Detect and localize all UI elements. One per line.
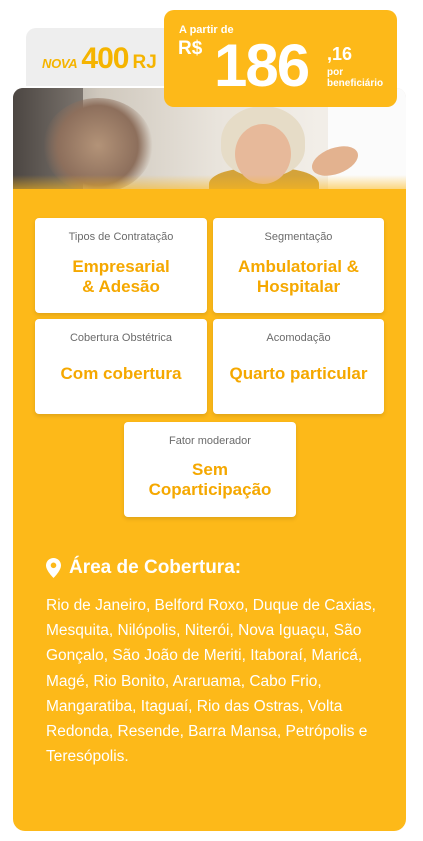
feature-value-line1: Empresarial: [72, 257, 170, 276]
feature-card-contract-type: Tipos de Contratação Empresarial & Adesã…: [35, 218, 207, 313]
plan-number: 400: [81, 42, 129, 75]
price-currency: R$: [178, 38, 203, 59]
feature-card-accommodation: Acomodação Quarto particular: [213, 319, 384, 414]
feature-card-moderator: Fator moderador Sem Coparticipação: [124, 422, 296, 517]
feature-label: Fator moderador: [169, 435, 251, 447]
coverage-title-row: Área de Cobertura:: [46, 557, 241, 579]
feature-value-line1: Ambulatorial &: [238, 257, 359, 276]
feature-label: Acomodação: [266, 332, 331, 344]
feature-value-line1: Com cobertura: [60, 364, 182, 383]
feature-card-segmentation: Segmentação Ambulatorial & Hospitalar: [213, 218, 384, 313]
price-per-label: por beneficiário: [327, 67, 384, 89]
location-pin-icon: [46, 558, 61, 578]
feature-label: Segmentação: [264, 231, 333, 243]
coverage-title: Área de Cobertura:: [69, 557, 242, 578]
feature-value-line2: Hospitalar: [256, 277, 341, 296]
coverage-area-list: Rio de Janeiro, Belford Roxo, Duque de C…: [46, 597, 376, 766]
feature-card-obstetric: Cobertura Obstétrica Com cobertura: [35, 319, 207, 414]
price-value: 186: [214, 32, 310, 99]
feature-value-line1: Quarto particular: [229, 364, 368, 383]
price-badge: A partir de R$ 186 ,16 por beneficiário: [164, 10, 397, 107]
plan-prefix: NOVA: [42, 56, 78, 71]
plan-suffix: RJ: [132, 52, 157, 73]
price-cents: ,16: [327, 44, 353, 64]
feature-label: Cobertura Obstétrica: [69, 332, 173, 344]
plan-name: NOVA 400 RJ: [42, 42, 157, 76]
feature-label: Tipos de Contratação: [68, 231, 174, 243]
feature-value-line2: & Adesão: [82, 277, 160, 296]
feature-value-line1: Sem: [192, 460, 228, 479]
feature-value-line2: Coparticipação: [148, 480, 272, 499]
